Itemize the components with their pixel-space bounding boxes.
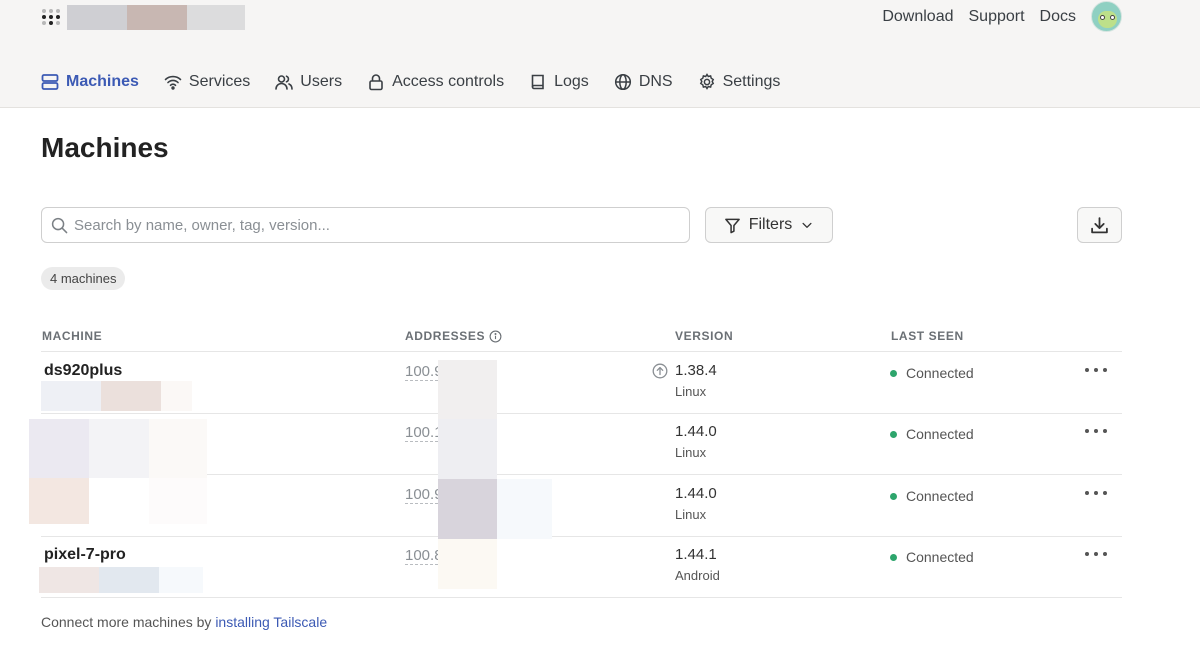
machine-name[interactable]: pixel-7-pro [44, 546, 126, 564]
filters-button[interactable]: Filters [705, 207, 833, 243]
nav-tabs: Machines Services Users Access controls … [41, 70, 805, 94]
book-icon [531, 74, 544, 90]
search-box[interactable] [41, 207, 690, 243]
machine-version: 1.44.1 [675, 546, 717, 563]
more-options-icon[interactable] [1085, 423, 1107, 439]
info-icon[interactable] [489, 330, 502, 343]
tab-services[interactable]: Services [164, 70, 250, 94]
tab-label: Logs [554, 73, 589, 90]
table-row[interactable]: ds920plus 100.9 1.38.4 Linux Connected [41, 352, 1122, 414]
tailnet-name-redacted[interactable] [67, 5, 245, 30]
more-options-icon[interactable] [1085, 362, 1107, 378]
top-bar: Download Support Docs Machines Services … [0, 0, 1200, 108]
status-dot-icon [890, 553, 897, 561]
chevron-down-icon [802, 222, 812, 228]
machine-os: Android [675, 568, 720, 583]
search-icon [51, 217, 68, 234]
tab-settings[interactable]: Settings [698, 70, 781, 94]
column-header-addresses[interactable]: ADDRESSES [405, 329, 502, 343]
machine-address[interactable]: 100.1 [405, 424, 443, 442]
column-header-version[interactable]: VERSION [675, 329, 733, 343]
users-icon [275, 75, 294, 90]
tab-access-controls[interactable]: Access controls [367, 70, 504, 94]
status-dot-icon [890, 430, 897, 438]
support-link[interactable]: Support [969, 8, 1025, 26]
docs-link[interactable]: Docs [1040, 8, 1076, 26]
machine-address[interactable]: 100.9 [405, 363, 443, 381]
avatar[interactable] [1091, 1, 1122, 32]
search-input[interactable] [74, 212, 674, 238]
machine-version: 1.44.0 [675, 423, 717, 440]
machine-os: Linux [675, 384, 707, 399]
tab-label: Machines [66, 73, 139, 90]
machine-address[interactable]: 100.9 [405, 486, 443, 504]
top-links: Download Support Docs [882, 8, 1076, 26]
download-icon [1091, 216, 1108, 233]
page-title: Machines [41, 132, 169, 163]
tailscale-logo-icon[interactable] [42, 9, 60, 25]
tab-label: Access controls [392, 73, 505, 90]
export-button[interactable] [1077, 207, 1122, 243]
lock-icon [369, 74, 383, 91]
machine-os: Linux [675, 445, 707, 460]
status-dot-icon [890, 369, 897, 377]
machine-address[interactable]: 100.8 [405, 547, 443, 565]
install-tailscale-link[interactable]: installing Tailscale [215, 614, 327, 630]
status-badge: Connected [890, 426, 974, 442]
download-link[interactable]: Download [882, 8, 953, 26]
filters-label: Filters [748, 216, 793, 233]
tab-users[interactable]: Users [275, 70, 342, 94]
globe-icon [614, 73, 631, 91]
tab-label: DNS [638, 73, 673, 90]
more-options-icon[interactable] [1085, 546, 1107, 562]
tab-machines[interactable]: Machines [41, 70, 139, 94]
tab-logs[interactable]: Logs [529, 70, 589, 94]
machine-name[interactable]: ds920plus [44, 362, 122, 380]
gear-icon [699, 73, 714, 90]
footer-note: Connect more machines by installing Tail… [41, 614, 328, 630]
status-badge: Connected [890, 365, 974, 381]
tab-label: Settings [722, 73, 781, 90]
more-options-icon[interactable] [1085, 485, 1107, 501]
status-badge: Connected [890, 549, 974, 565]
status-dot-icon [890, 492, 897, 500]
table-row[interactable]: pixel-7-pro 100.8 1.44.1 Android Connect… [41, 536, 1122, 598]
tab-dns[interactable]: DNS [614, 70, 673, 94]
status-badge: Connected [890, 488, 974, 504]
column-header-machine[interactable]: MACHINE [42, 329, 102, 343]
column-header-last-seen[interactable]: LAST SEEN [891, 329, 964, 343]
machine-count-badge: 4 machines [41, 267, 126, 290]
machine-os: Linux [675, 507, 707, 522]
filter-icon [724, 218, 740, 233]
update-available-icon[interactable] [652, 363, 668, 379]
machine-version: 1.44.0 [675, 485, 717, 502]
tab-label: Services [188, 73, 251, 90]
wifi-icon [164, 75, 182, 90]
server-icon [41, 74, 59, 90]
machine-version: 1.38.4 [675, 362, 717, 379]
tab-label: Users [300, 73, 343, 90]
